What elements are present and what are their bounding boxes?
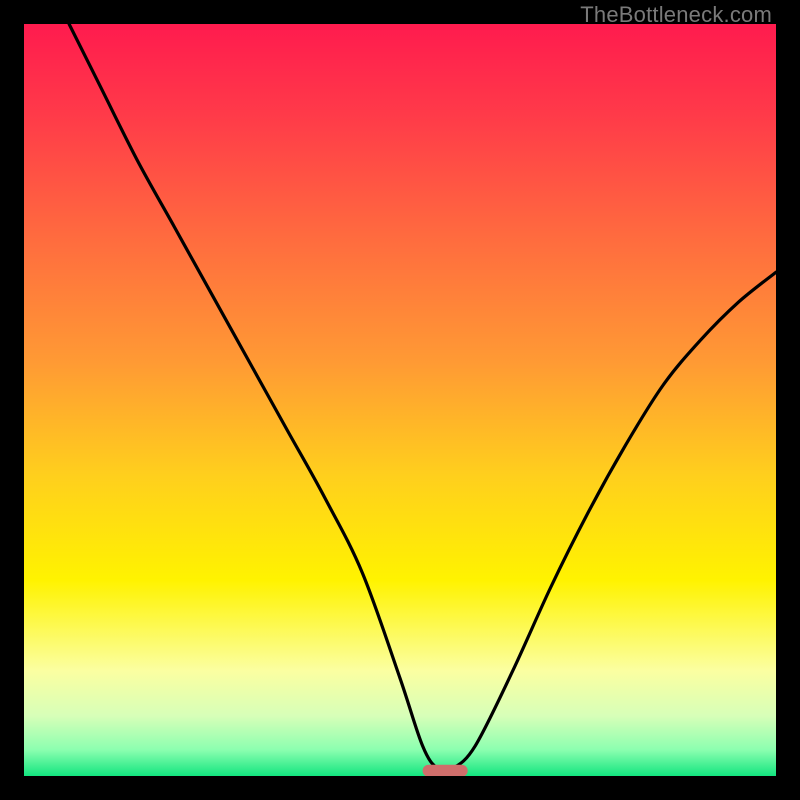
chart-frame bbox=[24, 24, 776, 776]
bottleneck-plot bbox=[24, 24, 776, 776]
watermark-text: TheBottleneck.com bbox=[580, 2, 772, 28]
optimum-marker bbox=[423, 765, 468, 776]
gradient-background bbox=[24, 24, 776, 776]
